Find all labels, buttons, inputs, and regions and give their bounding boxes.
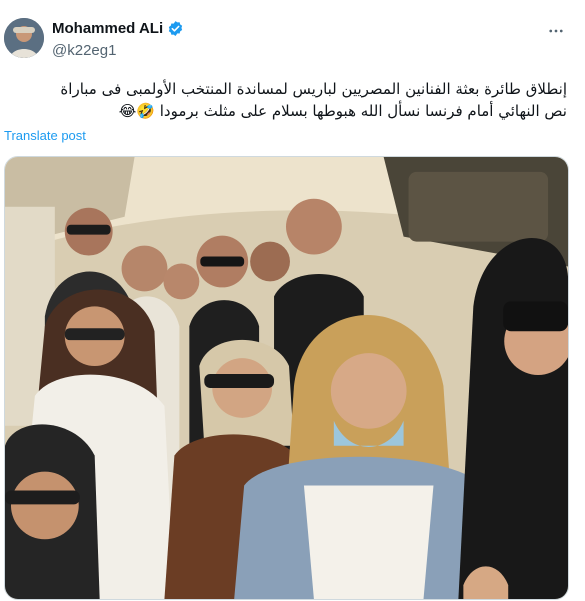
author-name-row: Mohammed ALi [52,20,184,37]
laughing-emoji: 🤣😂 [118,102,155,120]
tweet-text-line-1: إنطلاق طائرة بعثة الفنانين المصريين لبار… [60,80,567,98]
author-display-name[interactable]: Mohammed ALi [52,20,163,37]
author-handle[interactable]: @k22eg1 [52,42,116,59]
tweet-text-line-2: نص النهائي أمام فرنسا نسأل الله هبوطها ب… [4,100,567,122]
more-horizontal-icon[interactable] [545,20,567,42]
verified-badge-icon [167,20,184,37]
tweet-text-line-2-content: نص النهائي أمام فرنسا نسأل الله هبوطها ب… [159,102,567,120]
tweet-text: إنطلاق طائرة بعثة الفنانين المصريين لبار… [4,78,567,122]
author-avatar[interactable] [4,18,44,58]
tweet-photo[interactable] [4,156,569,600]
translate-post-link[interactable]: Translate post [4,128,86,143]
